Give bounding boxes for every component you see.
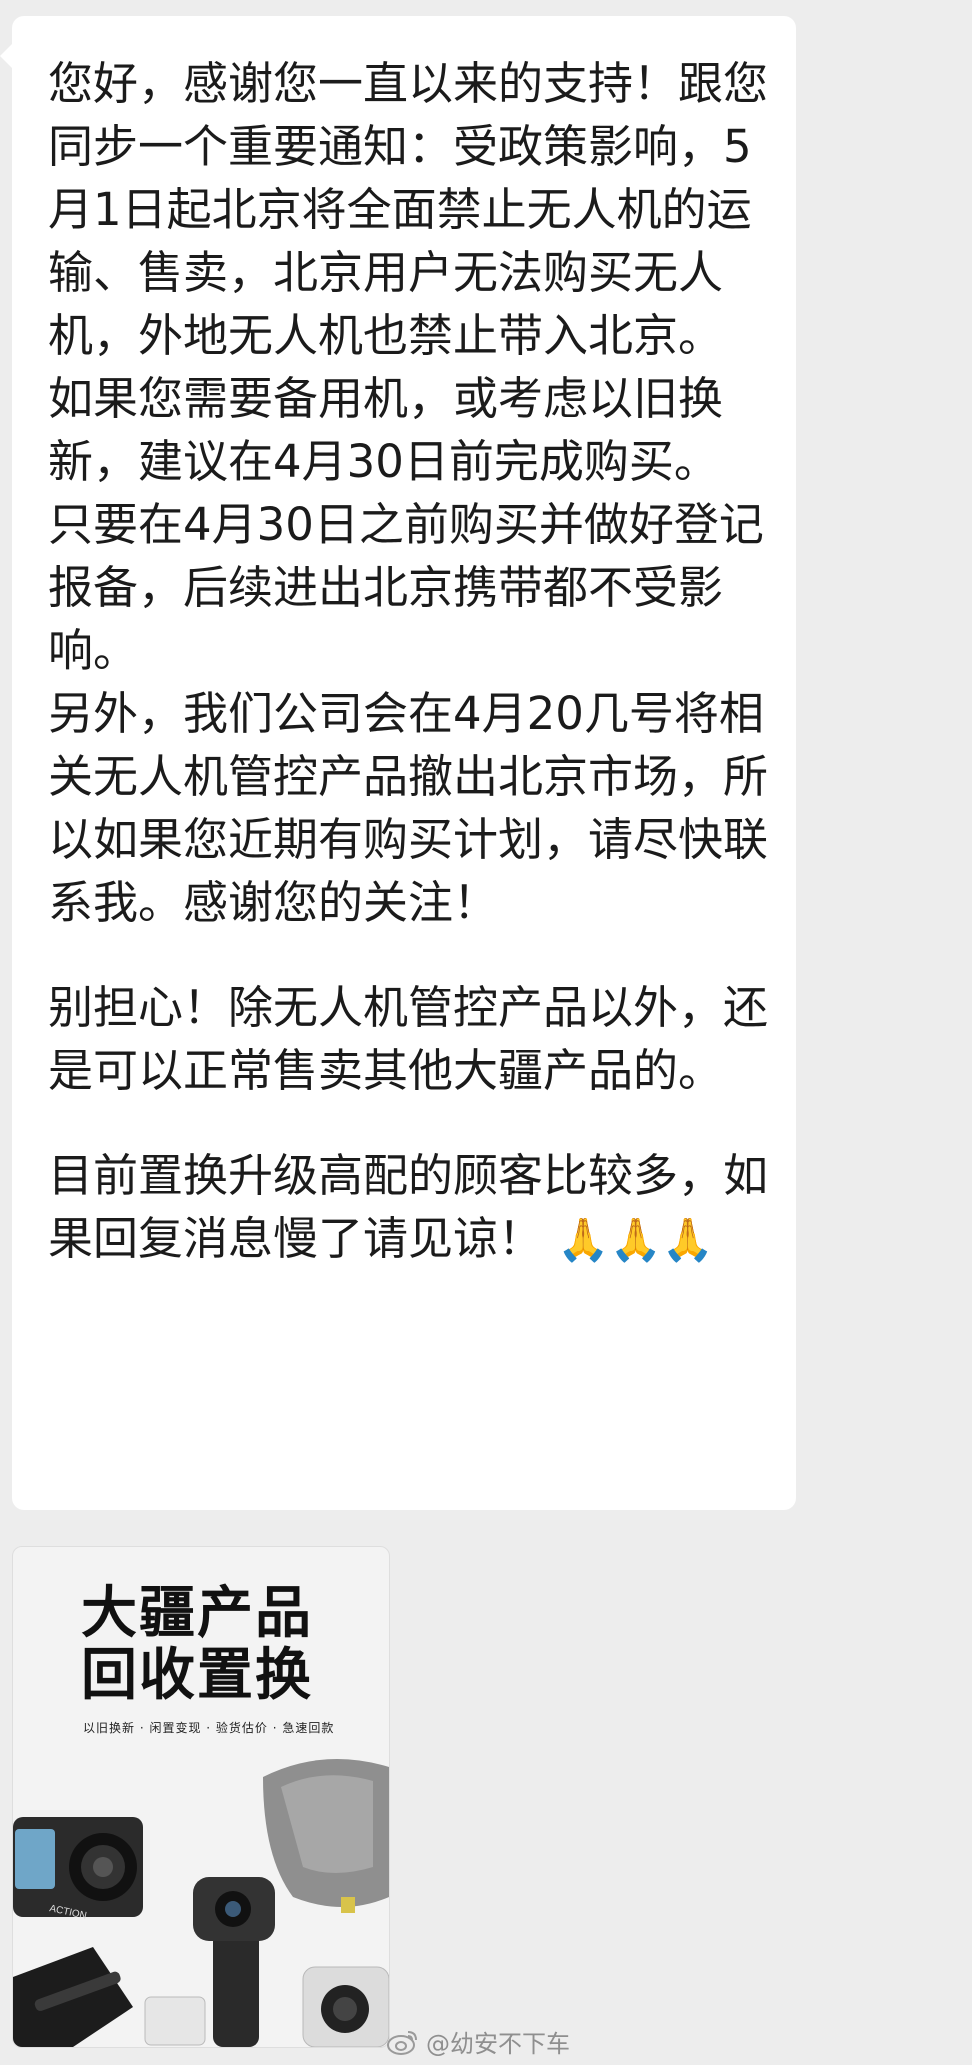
mini-camera-icon	[302, 1966, 389, 2047]
folded-hands-emoji-icon: 🙏	[609, 1215, 662, 1264]
message-paragraph-6: 目前置换升级高配的顾客比较多，如果回复消息慢了请见谅！ 🙏🙏🙏	[48, 1144, 776, 1271]
promo-title-line-1: 大疆产品	[81, 1581, 313, 1646]
message-bubble[interactable]: 您好，感谢您一直以来的支持！跟您同步一个重要通知：受政策影响，5月1日起北京将全…	[0, 16, 796, 1510]
promo-subtitle: 以旧换新 · 闲置变现 · 验货估价 · 急速回款	[83, 1721, 335, 1735]
dji-products-image: ACTION	[13, 1759, 389, 2047]
promo-title: 大疆产品 回收置换	[81, 1583, 313, 1707]
message-paragraph-1: 您好，感谢您一直以来的支持！跟您同步一个重要通知：受政策影响，5月1日起北京将全…	[48, 57, 769, 362]
promo-title-line-2: 回收置换	[81, 1643, 313, 1708]
weibo-watermark: @幼安不下车	[386, 2024, 570, 2059]
message-paragraph-5: 别担心！除无人机管控产品以外，还是可以正常售卖其他大疆产品的。	[48, 981, 769, 1097]
promo-image-card[interactable]: 大疆产品 回收置换 以旧换新 · 闲置变现 · 验货估价 · 急速回款 ACTI…	[12, 1546, 390, 2048]
pocket-camera-icon	[144, 1877, 275, 2047]
folded-hands-emoji-icon: 🙏	[661, 1215, 715, 1264]
weibo-icon	[387, 2030, 417, 2055]
drone-icon	[263, 1759, 389, 1913]
chat-window: 您好，感谢您一直以来的支持！跟您同步一个重要通知：受政策影响，5月1日起北京将全…	[0, 0, 972, 2065]
gimbal-icon	[13, 1947, 133, 2047]
action-camera-icon: ACTION	[13, 1817, 143, 1922]
message-paragraph-3: 只要在4月30日之前购买并做好登记报备，后续进出北京携带都不受影响。	[48, 498, 764, 677]
message-paragraph-4: 另外，我们公司会在4月20几号将相关无人机管控产品撤出北京市场，所以如果您近期有…	[48, 687, 769, 929]
folded-hands-emoji-icon: 🙏	[557, 1215, 610, 1264]
message-paragraph-2: 如果您需要备用机，或考虑以旧换新，建议在4月30日前完成购买。	[48, 372, 724, 488]
watermark-text: @幼安不下车	[426, 2030, 570, 2058]
